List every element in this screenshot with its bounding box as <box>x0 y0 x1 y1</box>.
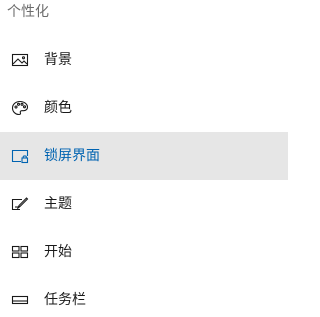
nav-item-start[interactable]: 开始 <box>0 228 288 276</box>
brush-icon <box>11 196 29 212</box>
nav-item-label: 背景 <box>44 52 72 68</box>
nav-item-label: 开始 <box>44 244 72 260</box>
nav-item-taskbar[interactable]: 任务栏 <box>0 276 288 317</box>
taskbar-icon <box>11 292 29 308</box>
nav-item-label: 任务栏 <box>44 292 86 308</box>
nav-item-label: 主题 <box>44 196 72 212</box>
picture-icon <box>11 52 29 68</box>
nav-item-label: 锁屏界面 <box>44 148 100 164</box>
palette-icon <box>11 100 29 116</box>
settings-nav-panel: 个性化 背景 颜色 锁屏界面 主题 开始 任务栏 <box>0 0 288 317</box>
start-tiles-icon <box>11 244 29 260</box>
nav-item-label: 颜色 <box>44 100 72 116</box>
section-title: 个性化 <box>7 4 49 20</box>
lockscreen-icon <box>11 148 29 164</box>
nav-item-colors[interactable]: 颜色 <box>0 84 288 132</box>
nav-item-background[interactable]: 背景 <box>0 36 288 84</box>
nav-item-lockscreen[interactable]: 锁屏界面 <box>0 132 288 180</box>
nav-item-themes[interactable]: 主题 <box>0 180 288 228</box>
personalization-nav: 背景 颜色 锁屏界面 主题 开始 任务栏 <box>0 36 288 317</box>
